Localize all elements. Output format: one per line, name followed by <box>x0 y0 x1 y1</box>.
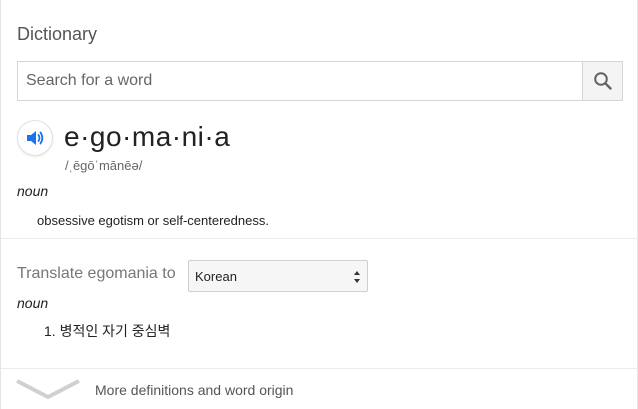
selected-language: Korean <box>195 269 237 284</box>
pronunciation-button[interactable] <box>17 120 53 156</box>
chevron-down-icon[interactable] <box>15 377 81 401</box>
dictionary-card: Dictionary e·go·ma·ni·a /ˌēgōˈmānēə/ nou… <box>0 0 638 409</box>
footer-divider <box>1 368 638 369</box>
search-button[interactable] <box>582 62 622 100</box>
more-definitions-link[interactable]: More definitions and word origin <box>95 382 293 398</box>
speaker-icon <box>27 131 44 145</box>
translation-part-of-speech: noun <box>17 295 49 311</box>
card-title: Dictionary <box>17 24 98 44</box>
search-box <box>17 61 623 101</box>
phonetic-spelling: /ˌēgōˈmānēə/ <box>65 158 143 173</box>
translation-item: 1. 병적인 자기 중심벽 <box>44 323 171 339</box>
definition: obsessive egotism or self-centeredness. <box>37 213 269 228</box>
part-of-speech: noun <box>17 183 49 199</box>
search-icon <box>593 72 612 90</box>
select-arrows-icon <box>354 271 360 283</box>
headword: e·go·ma·ni·a <box>64 121 231 152</box>
translate-label: Translate egomania to <box>17 265 176 282</box>
language-select[interactable]: Korean <box>188 260 368 292</box>
search-input[interactable] <box>18 62 582 100</box>
section-divider <box>1 238 638 239</box>
